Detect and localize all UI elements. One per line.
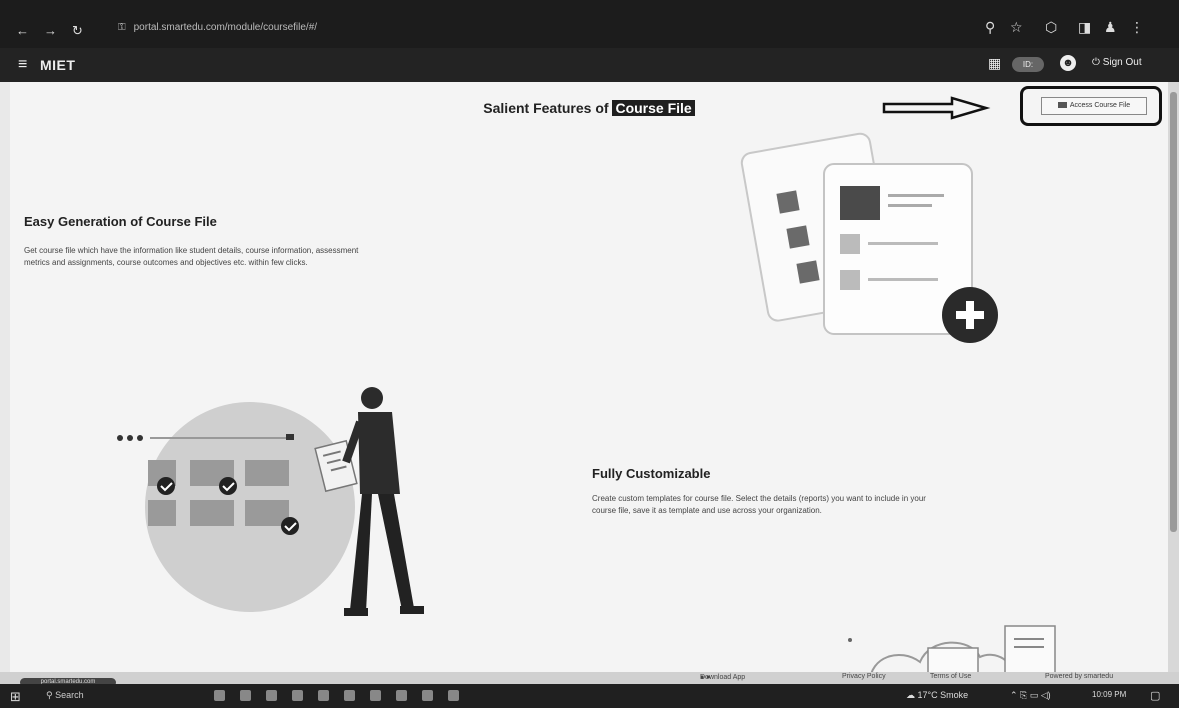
bookmark-star-icon[interactable]: ☆ bbox=[1010, 19, 1023, 36]
sidepanel-icon[interactable]: ◨ bbox=[1078, 19, 1091, 36]
sign-out-button[interactable]: ⏻ Sign Out bbox=[1092, 57, 1142, 68]
browser-toolbar: ← → ↻ ⚿ portal.smartedu.com/module/course… bbox=[0, 0, 1179, 48]
weather-icon: ☁ bbox=[906, 690, 918, 700]
weather-widget[interactable]: ☁ 17°C Smoke bbox=[906, 690, 968, 701]
reload-icon[interactable]: ↻ bbox=[72, 23, 83, 39]
taskbar-app-icon[interactable] bbox=[214, 690, 225, 701]
weather-text: 17°C Smoke bbox=[917, 690, 969, 700]
app-header: ≡ MIET ▦ ID: ☻ ⏻ Sign Out bbox=[0, 48, 1179, 82]
taskbar-app-icon[interactable] bbox=[292, 690, 303, 701]
powered-by-text: Powered by smartedu bbox=[1045, 673, 1114, 680]
feature-text-fully-customizable: Create custom templates for course file.… bbox=[592, 493, 1132, 517]
taskbar-search[interactable]: ⚲ Search bbox=[46, 690, 84, 701]
windows-start-icon[interactable]: ⊞ bbox=[10, 689, 21, 705]
feature-heading-easy-generation: Easy Generation of Course File bbox=[24, 214, 217, 229]
feature-text-line: course file, save it as template and use… bbox=[592, 506, 822, 515]
access-course-file-label: Access Course File bbox=[1069, 102, 1131, 109]
address-bar[interactable]: ⚿ portal.smartedu.com/module/coursefile/#… bbox=[118, 22, 678, 40]
taskbar-clock[interactable]: 10:09 PM bbox=[1092, 690, 1126, 699]
taskbar-app-icon[interactable] bbox=[318, 690, 329, 701]
course-file-icon bbox=[1057, 102, 1067, 109]
access-course-file-button[interactable]: Access Course File bbox=[1041, 97, 1147, 115]
user-id-badge: ID: bbox=[1012, 57, 1044, 72]
search-icon: ⚲ bbox=[46, 690, 56, 700]
feature-text-line: Create custom templates for course file.… bbox=[592, 494, 926, 503]
taskbar-app-icon[interactable] bbox=[370, 690, 381, 701]
page-footer: Download App ● ● Privacy Policy Terms of… bbox=[0, 672, 1179, 684]
course-file-documents-illustration bbox=[740, 132, 998, 343]
app-store-icons: ● ● bbox=[700, 674, 711, 681]
notification-icon[interactable]: ▢ bbox=[1150, 689, 1160, 702]
system-tray-icons[interactable]: ⌃ ⎘ ▭ ◁) bbox=[1010, 690, 1051, 701]
taskbar-app-icon[interactable] bbox=[396, 690, 407, 701]
power-icon: ⏻ bbox=[1092, 57, 1103, 68]
main-content: Salient Features of Course File Access C… bbox=[10, 82, 1168, 682]
sign-out-label: Sign Out bbox=[1102, 57, 1142, 68]
profile-icon[interactable]: ♟ bbox=[1104, 19, 1117, 36]
customization-person-illustration bbox=[117, 387, 424, 616]
scrollbar-thumb[interactable] bbox=[1170, 92, 1177, 532]
hamburger-menu-icon[interactable]: ≡ bbox=[18, 56, 27, 74]
page-title-highlight: Course File bbox=[612, 100, 695, 116]
taskbar-app-icon[interactable] bbox=[266, 690, 277, 701]
privacy-policy-link[interactable]: Privacy Policy bbox=[842, 673, 886, 680]
taskbar-app-icon[interactable] bbox=[344, 690, 355, 701]
page-scrollbar[interactable] bbox=[1168, 82, 1179, 682]
access-course-file-highlight-box: Access Course File bbox=[1020, 86, 1162, 126]
back-icon[interactable]: ← bbox=[16, 23, 29, 38]
browser-menu-icon[interactable]: ⋮ bbox=[1130, 19, 1144, 36]
extensions-icon[interactable]: ⬡ bbox=[1045, 19, 1057, 36]
feature-text-easy-generation: Get course file which have the informati… bbox=[24, 245, 584, 269]
terms-of-use-link[interactable]: Terms of Use bbox=[930, 673, 971, 680]
taskbar-search-label: Search bbox=[55, 690, 84, 700]
feature-text-line: metrics and assignments, course outcomes… bbox=[24, 258, 308, 267]
taskbar-app-icon[interactable] bbox=[448, 690, 459, 701]
url-text: portal.smartedu.com/module/coursefile/#/ bbox=[133, 22, 318, 33]
forward-icon[interactable]: → bbox=[44, 23, 57, 38]
app-brand: MIET bbox=[40, 57, 76, 73]
windows-taskbar: ⊞ ⚲ Search ☁ 17°C Smoke ⌃ ⎘ ▭ ◁) 10:09 P… bbox=[0, 684, 1179, 708]
annotation-arrow-icon bbox=[882, 96, 991, 120]
site-info-icon[interactable]: ⚿ bbox=[118, 22, 126, 33]
taskbar-app-icon[interactable] bbox=[422, 690, 433, 701]
user-avatar-icon[interactable]: ☻ bbox=[1060, 55, 1076, 71]
taskbar-app-icon[interactable] bbox=[240, 690, 251, 701]
zoom-icon[interactable]: ⚲ bbox=[985, 19, 995, 36]
grid-apps-icon[interactable]: ▦ bbox=[988, 55, 1001, 72]
page-title-prefix: Salient Features of bbox=[483, 100, 613, 116]
feature-heading-fully-customizable: Fully Customizable bbox=[592, 466, 711, 481]
page-title: Salient Features of Course File bbox=[10, 100, 1168, 116]
feature-text-line: Get course file which have the informati… bbox=[24, 246, 359, 255]
